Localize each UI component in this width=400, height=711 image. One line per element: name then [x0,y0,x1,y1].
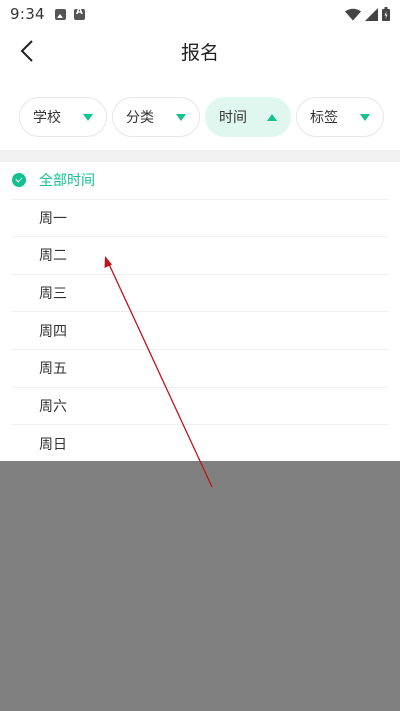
filter-time[interactable]: 时间 [205,97,291,137]
time-option-label: 全部时间 [39,173,95,190]
time-option-label: 周六 [39,398,67,415]
filter-school-label: 学校 [33,110,61,126]
time-option-label: 周二 [39,248,67,265]
gallery-notification-icon [54,8,66,20]
time-option-label: 周一 [39,210,67,227]
battery-icon [382,7,390,21]
filter-bar: 学校 分类 时间 标签 [19,97,384,137]
time-option-thursday[interactable]: 周四 [12,312,388,350]
filter-category-label: 分类 [126,110,154,126]
caret-down-icon [176,113,186,121]
filter-school[interactable]: 学校 [19,97,107,137]
caret-down-icon [83,113,93,121]
page-title: 报名 [180,42,219,64]
time-option-wednesday[interactable]: 周三 [12,275,388,313]
filter-category[interactable]: 分类 [112,97,200,137]
time-option-sunday[interactable]: 周日 [12,425,388,463]
time-option-label: 周四 [39,323,67,340]
caret-down-icon [360,113,370,121]
time-option-tuesday[interactable]: 周二 [12,237,388,275]
section-divider [0,150,400,162]
status-bar: 9:34 [0,0,400,28]
time-option-label: 周五 [39,361,67,378]
time-option-label: 周三 [39,286,67,303]
time-dropdown: 全部时间 周一 周二 周三 周四 周五 周六 周日 [0,162,400,461]
cell-signal-icon [365,7,378,21]
status-indicators [345,7,390,21]
caret-up-icon [267,113,277,121]
filter-time-label: 时间 [219,110,247,126]
top-app-bar: 报名 [0,28,400,74]
filter-tag-label: 标签 [310,110,338,126]
time-option-all[interactable]: 全部时间 [12,162,388,200]
filter-tag[interactable]: 标签 [296,97,384,137]
time-option-label: 周日 [39,436,67,453]
status-time: 9:34 [10,5,45,23]
dim-overlay[interactable] [0,461,400,711]
check-circle-icon [12,173,26,188]
app-notification-icon [73,7,85,20]
time-option-friday[interactable]: 周五 [12,350,388,388]
time-option-monday[interactable]: 周一 [12,200,388,238]
time-option-saturday[interactable]: 周六 [12,388,388,426]
wifi-icon [345,8,361,20]
